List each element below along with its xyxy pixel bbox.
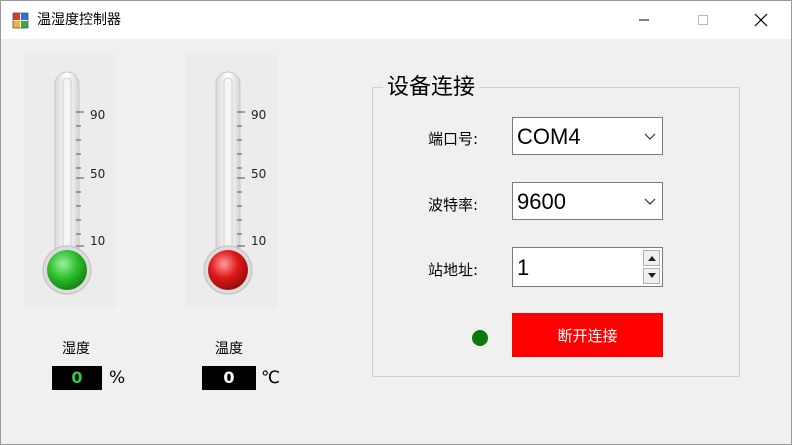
spin-up-button[interactable] [643, 250, 660, 266]
station-address-value: 1 [517, 255, 530, 280]
tick-label: 90 [251, 108, 267, 122]
group-title: 设备连接 [383, 74, 480, 102]
station-address-stepper[interactable]: 1 [512, 247, 663, 287]
humidity-unit: % [109, 368, 126, 388]
close-icon [754, 13, 768, 27]
minimize-icon [639, 19, 649, 21]
baud-rate-select[interactable]: 9600 [512, 182, 663, 220]
tick-label: 90 [90, 108, 106, 122]
client-area: 90 50 10 90 50 10 湿度 0 % 温度 0 ℃ 设备连接 端口号… [1, 39, 791, 444]
disconnect-button[interactable]: 断开连接 [512, 313, 663, 357]
port-select-value: COM4 [517, 124, 581, 149]
tick-label: 10 [90, 234, 106, 248]
app-icon [12, 12, 29, 29]
chevron-down-icon [644, 198, 656, 205]
temperature-value-display: 0 [202, 366, 256, 390]
humidity-thermometer: 90 50 10 [24, 54, 116, 307]
humidity-label: 湿度 [62, 341, 90, 357]
port-select[interactable]: COM4 [512, 117, 663, 155]
port-label: 端口号: [428, 130, 479, 148]
tick-label: 50 [251, 167, 267, 181]
maximize-icon [698, 15, 708, 25]
temperature-label: 温度 [215, 341, 243, 357]
humidity-value-display: 0 [52, 366, 102, 390]
temperature-thermometer: 90 50 10 [185, 54, 277, 307]
caret-up-icon [647, 256, 656, 261]
temperature-unit: ℃ [261, 368, 281, 388]
minimize-button[interactable] [621, 1, 667, 39]
maximize-button[interactable] [680, 1, 726, 39]
main-window: 温湿度控制器 90 50 10 90 50 10 湿度 0 % 温度 0 ℃ 设… [0, 0, 792, 445]
baud-rate-select-value: 9600 [517, 189, 566, 214]
title-bar[interactable]: 温湿度控制器 [1, 1, 791, 39]
tick-label: 10 [251, 234, 267, 248]
station-address-label: 站地址: [428, 261, 479, 279]
chevron-down-icon [644, 133, 656, 140]
baud-rate-label: 波特率: [428, 196, 479, 214]
caret-down-icon [647, 273, 656, 278]
connection-status-led [472, 330, 488, 346]
close-button[interactable] [738, 1, 784, 39]
spin-down-button[interactable] [643, 268, 660, 284]
tick-label: 50 [90, 167, 106, 181]
window-title: 温湿度控制器 [37, 12, 121, 28]
